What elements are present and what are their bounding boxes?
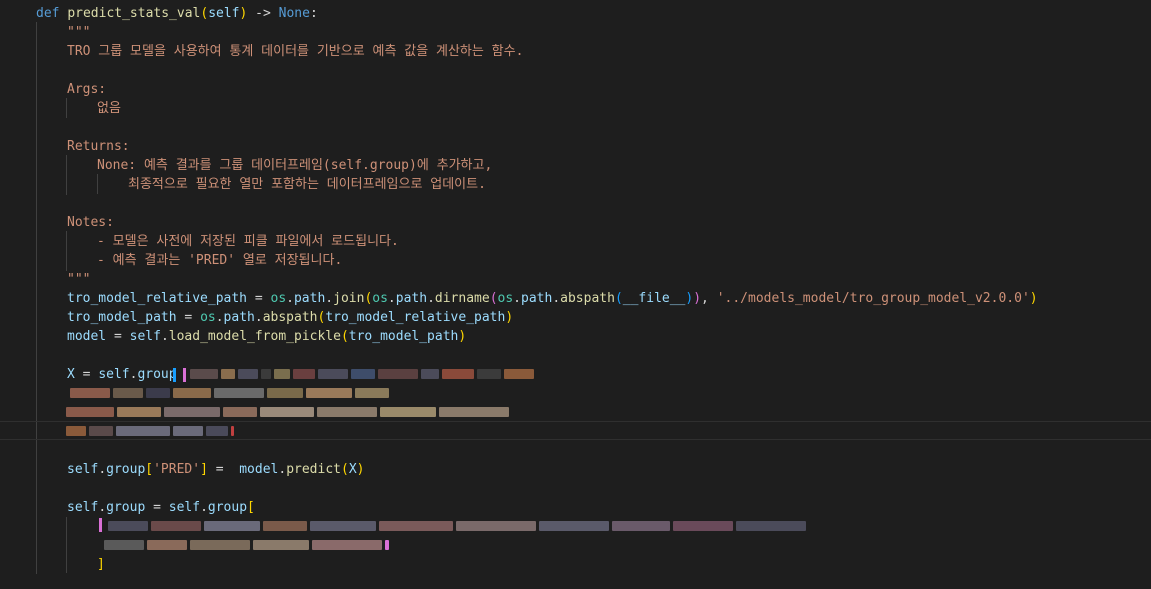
docstring-args-header: Args: bbox=[67, 82, 107, 97]
code-line-group-filter[interactable]: self.group = self.group[ bbox=[67, 498, 255, 517]
function-name: predict_stats_val bbox=[67, 6, 201, 21]
docstring-returns-line1: None: 예측 결과를 그룹 데이터프레임(self.group)에 추가하고… bbox=[97, 158, 493, 173]
docstring-notes-line1: - 모델은 사전에 저장된 피클 파일에서 로드됩니다. bbox=[97, 234, 399, 249]
self-param: self bbox=[208, 6, 240, 21]
docstring-open: """ bbox=[67, 25, 91, 40]
indent-guide bbox=[36, 22, 37, 574]
def-keyword: def bbox=[36, 6, 60, 21]
redacted-code-row bbox=[66, 405, 509, 419]
docstring-notes-line2: - 예측 결과는 'PRED' 열로 저장됩니다. bbox=[97, 253, 343, 268]
docstring-notes-header: Notes: bbox=[67, 215, 114, 230]
pred-key-string: 'PRED' bbox=[153, 462, 201, 477]
code-line-load-model[interactable]: model = self.load_model_from_pickle(tro_… bbox=[67, 327, 466, 346]
model-path-string: '../models_model/tro_group_model_v2.0.0' bbox=[716, 291, 1030, 306]
code-line-def[interactable]: def predict_stats_val(self) -> None: bbox=[36, 4, 318, 23]
docstring-close: """ bbox=[67, 272, 91, 287]
redacted-code-row bbox=[66, 424, 234, 438]
indent-guide bbox=[97, 174, 98, 194]
code-editor[interactable]: def predict_stats_val(self) -> None: """… bbox=[0, 0, 1151, 589]
code-line-relative-path[interactable]: tro_model_relative_path = os.path.join(o… bbox=[67, 289, 1038, 308]
closing-bracket: ] bbox=[97, 557, 105, 572]
file-dunder: __file__ bbox=[622, 291, 686, 306]
docstring-summary: TRO 그룹 모델을 사용하여 통계 데이터를 기반으로 예측 값을 계산하는 … bbox=[67, 44, 524, 59]
indent-guide bbox=[66, 155, 67, 195]
redacted-code-row bbox=[104, 538, 389, 552]
indent-guide bbox=[66, 231, 67, 271]
docstring-returns-header: Returns: bbox=[67, 139, 130, 154]
none-keyword: None bbox=[278, 6, 310, 21]
indent-guide bbox=[66, 517, 67, 573]
bracket-marker bbox=[173, 368, 176, 382]
redacted-code-row bbox=[70, 386, 389, 400]
bracket-marker bbox=[99, 518, 102, 532]
bracket-marker bbox=[183, 368, 186, 382]
relative-path-var: tro_model_relative_path bbox=[67, 291, 248, 306]
docstring-args-value: 없음 bbox=[97, 101, 121, 116]
code-line-model-path[interactable]: tro_model_path = os.path.abspath(tro_mod… bbox=[67, 308, 513, 327]
return-arrow: -> bbox=[255, 6, 271, 21]
redacted-code-row bbox=[108, 519, 806, 533]
code-line-pred-assign[interactable]: self.group['PRED'] = model.predict(X) bbox=[67, 460, 364, 479]
docstring-returns-line2: 최종적으로 필요한 열만 포함하는 데이터프레임으로 업데이트. bbox=[128, 177, 486, 192]
code-line-x-assign[interactable]: X = self.group bbox=[67, 365, 177, 384]
indent-guide bbox=[66, 98, 67, 118]
redacted-code-row bbox=[190, 367, 534, 381]
